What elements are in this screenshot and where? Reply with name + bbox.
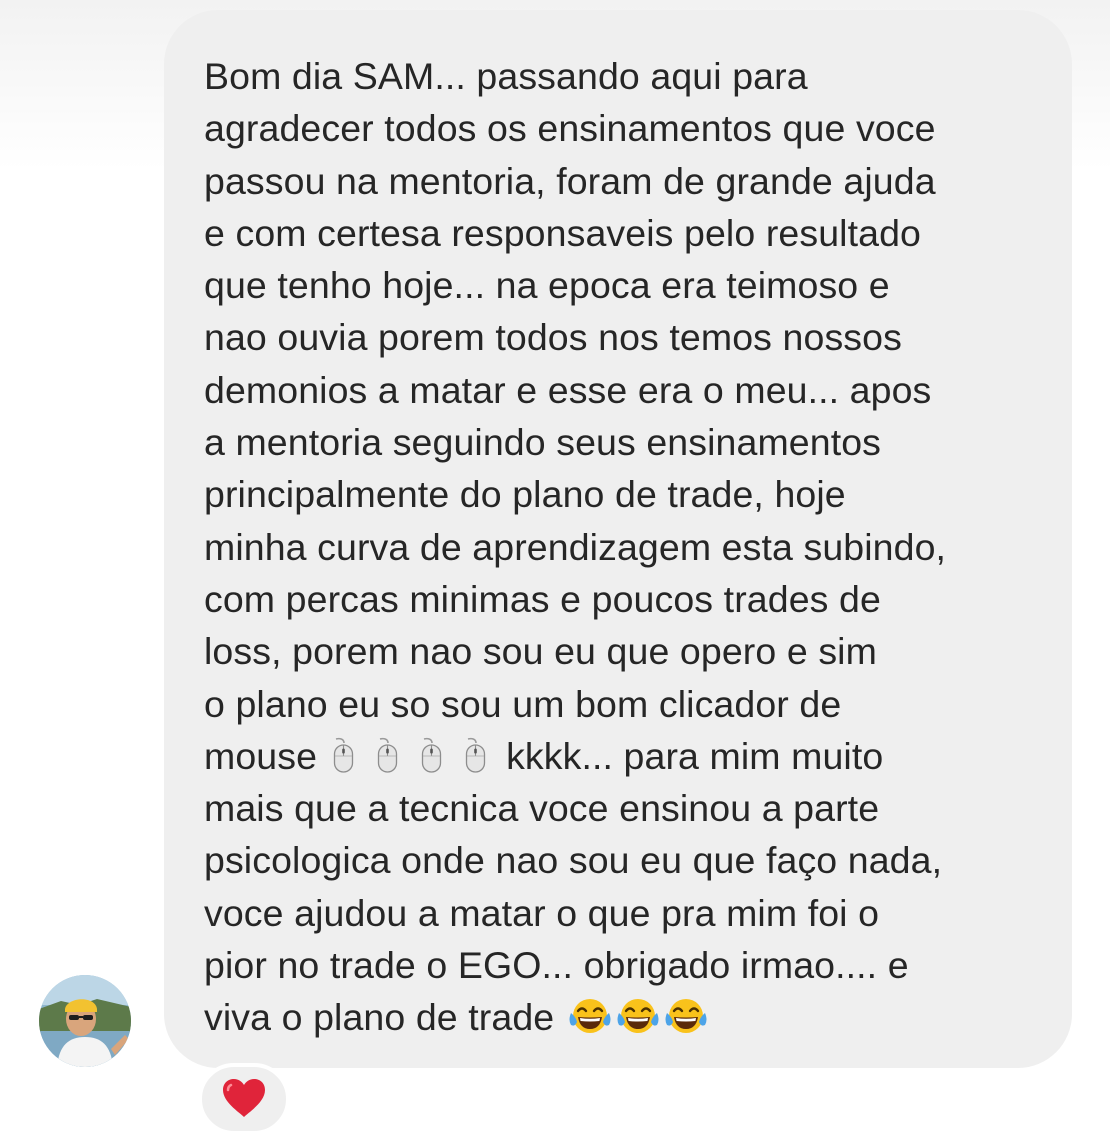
message-thread: Bom dia SAM... passando aqui para agrade…	[0, 0, 1110, 1135]
message-line-with-emoji: viva o plano de trade	[204, 991, 1072, 1043]
computer-mouse-icon	[465, 737, 486, 773]
heart-reaction-badge[interactable]	[198, 1063, 290, 1135]
message-line: a mentoria seguindo seus ensinamentos	[204, 421, 882, 464]
message-line: agradecer todos os ensinamentos que voce	[204, 107, 936, 150]
message-line-with-emoji: mouse kkkk... para mim muito	[204, 730, 1072, 782]
message-line: pior no trade o EGO... obrigado irmao...…	[204, 944, 909, 987]
message-line: o plano eu so sou um bom clicador de	[204, 682, 842, 725]
mouse-emoji-group	[317, 730, 488, 782]
message-text: viva o plano de trade	[204, 996, 555, 1039]
face-with-tears-of-joy-icon	[617, 999, 659, 1034]
message-bubble[interactable]: Bom dia SAM... passando aqui para agrade…	[164, 10, 1072, 1068]
face-with-tears-of-joy-icon	[665, 999, 707, 1034]
message-line: principalmente do plano de trade, hoje	[204, 473, 846, 516]
sender-avatar[interactable]	[39, 975, 131, 1067]
message-text: kkkk... para mim muito	[506, 734, 884, 777]
message-line: minha curva de aprendizagem esta subindo…	[204, 525, 947, 568]
laugh-emoji-group	[568, 991, 708, 1043]
message-line: Bom dia SAM... passando aqui para	[204, 55, 808, 97]
message-line: nao ouvia porem todos nos temos nossos	[204, 316, 902, 359]
message-line: que tenho hoje... na epoca era teimoso e	[204, 264, 890, 307]
message-line: e com certesa responsaveis pelo resultad…	[204, 211, 921, 254]
message-text: mouse	[204, 734, 318, 777]
message-line: loss, porem nao sou eu que opero e sim	[204, 630, 877, 673]
message-line: mais que a tecnica voce ensinou a parte	[204, 787, 880, 830]
computer-mouse-icon	[333, 737, 354, 773]
message-line: passou na mentoria, foram de grande ajud…	[204, 159, 936, 202]
message-line: demonios a matar e esse era o meu... apo…	[204, 368, 932, 411]
avatar-photo	[39, 975, 131, 1067]
computer-mouse-icon	[377, 737, 398, 773]
face-with-tears-of-joy-icon	[569, 999, 611, 1034]
red-heart-icon	[223, 1079, 265, 1117]
message-line: voce ajudou a matar o que pra mim foi o	[204, 891, 880, 934]
message-line: psicologica onde nao sou eu que faço nad…	[204, 839, 943, 882]
message-line: com percas minimas e poucos trades de	[204, 577, 881, 620]
computer-mouse-icon	[421, 737, 442, 773]
